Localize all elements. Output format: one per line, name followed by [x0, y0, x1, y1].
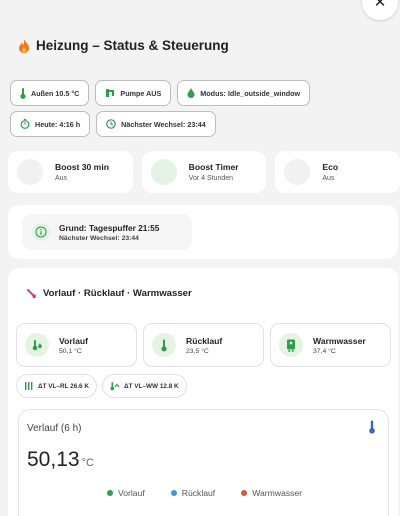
- tile-boost-30[interactable]: Boost 30 min Aus: [8, 151, 133, 193]
- section-title: Vorlauf · Rücklauf · Warmwasser: [26, 288, 192, 299]
- water-heater-icon: [279, 333, 303, 357]
- history-card[interactable]: Verlauf (6 h) 50,13 °C Vorlauf Rücklauf W…: [18, 409, 389, 516]
- water-drop-icon: [187, 88, 195, 98]
- chip-next-change[interactable]: Nächster Wechsel: 23:44: [96, 111, 216, 137]
- chip-label: Heute: 4:16 h: [35, 119, 81, 129]
- timer-icon: [20, 119, 30, 129]
- eco-icon: [284, 159, 311, 185]
- tile-state: Aus: [322, 175, 335, 182]
- thermometer-icon: [152, 333, 176, 357]
- legend-dot: [170, 490, 177, 496]
- chip-mode[interactable]: Modus: Idle_outside_window: [177, 80, 311, 106]
- legend-dot: [241, 490, 248, 496]
- card-value: 23,5 °C: [186, 347, 209, 355]
- card-name: Vorlauf: [59, 335, 88, 346]
- reason-next-change: Nächster Wechsel: 23:44: [59, 234, 139, 242]
- tile-state: Vor 4 Stunden: [188, 175, 234, 182]
- thermometer-water-icon: [25, 333, 49, 357]
- delta-vl-rl[interactable]: ΔT VL–RL 26.6 K: [16, 374, 98, 398]
- status-chips: Außen 10.5 °C Pumpe AUS Modus: Idle_outs…: [10, 80, 395, 137]
- chip-label: Modus: Idle_outside_window: [200, 88, 301, 98]
- reason-card: Grund: Tagespuffer 21:55 Nächster Wechse…: [8, 205, 398, 259]
- reason-info[interactable]: Grund: Tagespuffer 21:55 Nächster Wechse…: [22, 214, 192, 250]
- legend-vorlauf[interactable]: Vorlauf: [106, 488, 145, 498]
- clock-icon: [106, 119, 116, 129]
- card-name: Warmwasser: [313, 335, 366, 346]
- thermometer-icon: [369, 420, 375, 434]
- temperature-panel: Vorlauf · Rücklauf · Warmwasser Vorlauf …: [8, 268, 398, 516]
- page-header: Heizung – Status & Steuerung: [18, 38, 229, 53]
- temperature-cards: Vorlauf 50,1 °C Rücklauf 23,5 °C Warmwas…: [16, 323, 391, 367]
- card-value: 50,1 °C: [59, 347, 82, 355]
- close-button[interactable]: ✕: [362, 0, 398, 20]
- tile-title: Eco: [322, 162, 339, 172]
- legend-ruecklauf[interactable]: Rücklauf: [170, 488, 215, 498]
- info-icon: [32, 223, 50, 241]
- delta-chips: ΔT VL–RL 26.6 K ΔT VL–WW 12.8 K: [16, 374, 187, 398]
- chip-outside-temp[interactable]: Außen 10.5 °C: [10, 80, 90, 106]
- pump-icon: [106, 89, 115, 97]
- thermometer-icon: [20, 87, 26, 99]
- history-unit: °C: [81, 457, 94, 469]
- close-icon: ✕: [373, 0, 387, 11]
- chip-today[interactable]: Heute: 4:16 h: [10, 111, 91, 137]
- reason-text: Grund: Tagespuffer 21:55: [59, 222, 160, 233]
- boost-timer-icon: [150, 159, 177, 185]
- history-title: Verlauf (6 h): [27, 423, 82, 434]
- tile-state: Aus: [55, 175, 68, 182]
- delta-vl-ww[interactable]: ΔT VL–WW 12.8 K: [102, 374, 187, 398]
- chip-pump[interactable]: Pumpe AUS: [95, 80, 172, 106]
- card-vorlauf[interactable]: Vorlauf 50,1 °C: [16, 323, 137, 367]
- tile-eco[interactable]: Eco Aus: [275, 151, 400, 193]
- legend-dot: [106, 490, 113, 496]
- card-value: 37,4 °C: [313, 347, 336, 355]
- history-value: 50,13 °C: [27, 448, 94, 471]
- chip-label: Pumpe AUS: [120, 88, 162, 98]
- card-warmwasser[interactable]: Warmwasser 37,4 °C: [270, 323, 391, 367]
- boost-30-icon: [17, 159, 43, 185]
- legend-warmwasser[interactable]: Warmwasser: [241, 488, 302, 498]
- history-legend: Vorlauf Rücklauf Warmwasser: [19, 488, 390, 498]
- card-ruecklauf[interactable]: Rücklauf 23,5 °C: [143, 323, 264, 367]
- tile-title: Boost 30 min: [55, 162, 109, 172]
- thermometer-arrow-icon: [110, 382, 120, 391]
- chip-label: Außen 10.5 °C: [31, 88, 80, 98]
- thermometer-tilted-icon: [27, 289, 36, 298]
- card-name: Rücklauf: [186, 335, 223, 346]
- tile-title: Boost Timer: [188, 162, 239, 172]
- chip-label: Nächster Wechsel: 23:44: [121, 119, 206, 129]
- thermometer-lines-icon: [25, 382, 33, 390]
- control-tiles: Boost 30 min Aus Boost Timer Vor 4 Stund…: [8, 151, 400, 193]
- flame-icon: [19, 38, 29, 53]
- tile-boost-timer[interactable]: Boost Timer Vor 4 Stunden: [141, 151, 267, 193]
- page-title: Heizung – Status & Steuerung: [36, 38, 229, 53]
